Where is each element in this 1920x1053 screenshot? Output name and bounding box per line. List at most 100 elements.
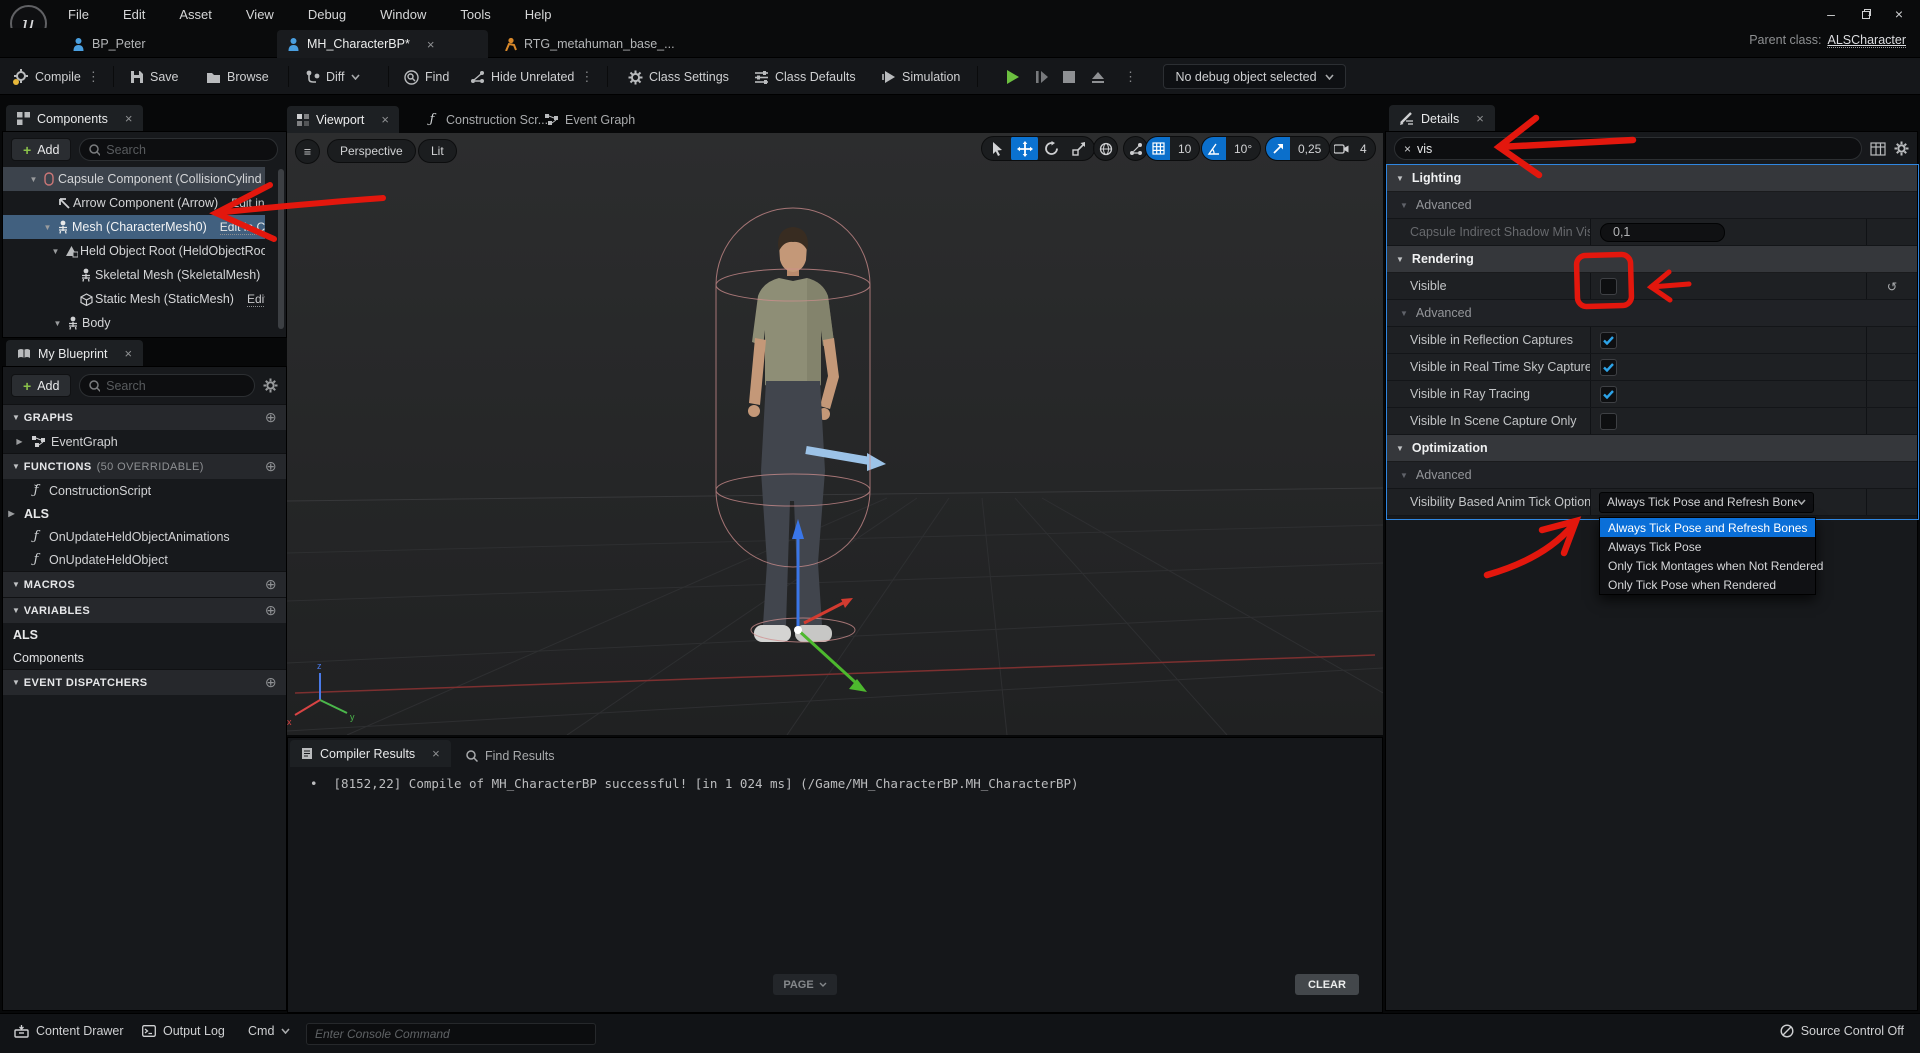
rotation-snap-icon[interactable] — [1202, 137, 1226, 160]
section-expander-icon[interactable]: ▼ — [12, 413, 20, 422]
stop-button[interactable] — [1063, 65, 1075, 89]
advanced-expander-icon[interactable]: ▼ — [1400, 309, 1408, 318]
edit-link[interactable]: Edit — [246, 292, 265, 307]
browse-button[interactable]: Browse — [206, 65, 269, 89]
details-search[interactable]: × — [1394, 137, 1862, 160]
grid-snap-icon[interactable] — [1146, 137, 1170, 160]
menu-debug[interactable]: Debug — [304, 2, 350, 27]
variable-category-als[interactable]: ALS — [3, 623, 286, 646]
ray-tracing-checkbox-checked[interactable] — [1600, 385, 1617, 403]
window-minimize-icon[interactable]: – — [1814, 2, 1848, 26]
category-expander-icon[interactable]: ▼ — [1396, 174, 1404, 183]
viewport-3d[interactable]: z y x ≡ Perspective Lit 10 10° 0,25 4 — [287, 133, 1383, 735]
components-panel-tab[interactable]: Components × — [6, 105, 144, 132]
viewport-tab[interactable]: Viewport × — [287, 106, 400, 133]
visible-checkbox-unchecked[interactable] — [1600, 277, 1617, 295]
category-expander-icon[interactable]: ▼ — [1396, 444, 1404, 453]
section-expander-icon[interactable]: ▼ — [12, 678, 20, 687]
asset-tab-rtg-metahuman[interactable]: RTG_metahuman_base_... — [494, 30, 685, 58]
hide-unrelated-button[interactable]: Hide Unrelated ⋮ — [470, 65, 593, 89]
rotation-snap-control[interactable]: 10° — [1201, 136, 1262, 161]
tree-row-skeletal-mesh[interactable]: Skeletal Mesh (SkeletalMesh) — [3, 263, 265, 287]
scale-snap-control[interactable]: 0,25 — [1265, 136, 1331, 161]
scene-capture-checkbox-unchecked[interactable] — [1600, 412, 1617, 430]
sky-captures-checkbox-checked[interactable] — [1600, 358, 1617, 376]
filter-settings-gear-icon[interactable] — [263, 378, 278, 393]
save-button[interactable]: Save — [130, 65, 179, 89]
menu-edit[interactable]: Edit — [119, 2, 149, 27]
debug-object-dropdown[interactable]: No debug object selected — [1163, 64, 1346, 89]
grid-snap-value[interactable]: 10 — [1170, 142, 1199, 156]
window-close-icon[interactable]: × — [1882, 2, 1916, 26]
content-drawer-button[interactable]: Content Drawer — [14, 1024, 124, 1038]
parent-class-link[interactable]: ALSCharacter — [1827, 33, 1906, 48]
category-expander-icon[interactable]: ▼ — [1396, 255, 1404, 264]
my-blueprint-search[interactable] — [79, 374, 255, 397]
menu-file[interactable]: File — [64, 2, 93, 27]
dropdown-option[interactable]: Only Tick Pose when Rendered — [1600, 575, 1815, 594]
components-search[interactable] — [79, 138, 278, 161]
event-graph-tab[interactable]: Event Graph — [535, 106, 645, 133]
details-search-input[interactable] — [1417, 141, 1852, 156]
dropdown-option[interactable]: Always Tick Pose — [1600, 537, 1815, 556]
find-button[interactable]: Find — [404, 65, 449, 89]
als-function-group-row[interactable]: ▶ ALS — [3, 502, 286, 525]
select-tool-button[interactable] — [984, 137, 1011, 160]
play-button[interactable] — [1005, 65, 1021, 89]
simulation-button[interactable]: Simulation — [882, 65, 960, 89]
compile-button[interactable]: Compile ⋮ — [12, 65, 100, 89]
clear-button[interactable]: CLEAR — [1295, 974, 1359, 995]
functions-section-header[interactable]: ▼ FUNCTIONS (50 OVERRIDABLE) ⊕ — [3, 453, 286, 479]
add-blueprint-item-button[interactable]: + Add — [11, 374, 72, 397]
close-tab-icon[interactable]: × — [432, 746, 440, 761]
window-maximize-icon[interactable] — [1848, 2, 1882, 26]
menu-window[interactable]: Window — [376, 2, 430, 27]
camera-speed-control[interactable]: 4 — [1329, 136, 1376, 161]
anim-tick-option-dropdown[interactable]: Always Tick Pose and Refresh Bones — [1599, 491, 1814, 513]
capsule-shadow-value-field[interactable]: 0,1 — [1600, 222, 1725, 242]
section-expander-icon[interactable]: ▼ — [12, 580, 20, 589]
close-tab-icon[interactable]: × — [381, 112, 389, 127]
rotate-tool-button[interactable] — [1038, 137, 1065, 160]
close-tab-icon[interactable]: × — [427, 37, 435, 52]
compile-options-icon[interactable]: ⋮ — [87, 69, 100, 85]
macros-section-header[interactable]: ▼ MACROS ⊕ — [3, 571, 286, 597]
add-dispatcher-icon[interactable]: ⊕ — [265, 674, 277, 691]
hide-unrelated-options-icon[interactable]: ⋮ — [580, 69, 593, 85]
expander-icon[interactable]: ▼ — [41, 223, 54, 232]
asset-tab-bp-peter[interactable]: BP_Peter — [62, 30, 156, 58]
console-command-input[interactable] — [315, 1027, 587, 1041]
close-panel-icon[interactable]: × — [124, 346, 132, 361]
section-expander-icon[interactable]: ▼ — [12, 462, 20, 471]
my-blueprint-panel-tab[interactable]: My Blueprint × — [6, 340, 144, 367]
expander-icon[interactable]: ▶ — [5, 509, 18, 518]
function-row[interactable]: ƒ OnUpdateHeldObject — [3, 548, 286, 571]
console-command-field[interactable] — [306, 1023, 596, 1045]
rotation-snap-value[interactable]: 10° — [1226, 142, 1260, 156]
tree-row-arrow-component[interactable]: Arrow Component (Arrow) Edit in — [3, 191, 265, 215]
perspective-dropdown[interactable]: Perspective — [327, 139, 416, 163]
class-settings-button[interactable]: Class Settings — [628, 65, 729, 89]
menu-asset[interactable]: Asset — [175, 2, 216, 27]
components-scrollbar[interactable] — [278, 169, 284, 329]
close-panel-icon[interactable]: × — [125, 111, 133, 126]
add-macro-icon[interactable]: ⊕ — [265, 576, 277, 593]
move-tool-button[interactable] — [1011, 137, 1038, 160]
camera-speed-icon[interactable] — [1330, 143, 1352, 154]
advanced-subheader[interactable]: ▼ Advanced — [1386, 300, 1917, 327]
add-component-button[interactable]: + Add — [11, 138, 72, 161]
expander-icon[interactable]: ▼ — [51, 319, 64, 328]
expander-icon[interactable]: ▶ — [13, 437, 26, 446]
asset-tab-mh-characterbp[interactable]: MH_CharacterBP* × — [277, 30, 488, 58]
function-row[interactable]: ƒ OnUpdateHeldObjectAnimations — [3, 525, 286, 548]
dropdown-option[interactable]: Only Tick Montages when Not Rendered — [1600, 556, 1823, 575]
event-dispatchers-section-header[interactable]: ▼ EVENT DISPATCHERS ⊕ — [3, 669, 286, 695]
diff-button[interactable]: Diff — [306, 65, 360, 89]
compiler-results-tab[interactable]: Compiler Results × — [290, 740, 451, 767]
reset-to-default-icon[interactable]: ↺ — [1887, 279, 1897, 294]
details-settings-gear-icon[interactable] — [1894, 141, 1909, 156]
camera-speed-value[interactable]: 4 — [1352, 142, 1375, 156]
construction-script-row[interactable]: ƒ̆ ConstructionScript — [3, 479, 286, 502]
optimization-category-header[interactable]: ▼ Optimization — [1386, 435, 1917, 462]
rendering-category-header[interactable]: ▼ Rendering — [1386, 246, 1917, 273]
